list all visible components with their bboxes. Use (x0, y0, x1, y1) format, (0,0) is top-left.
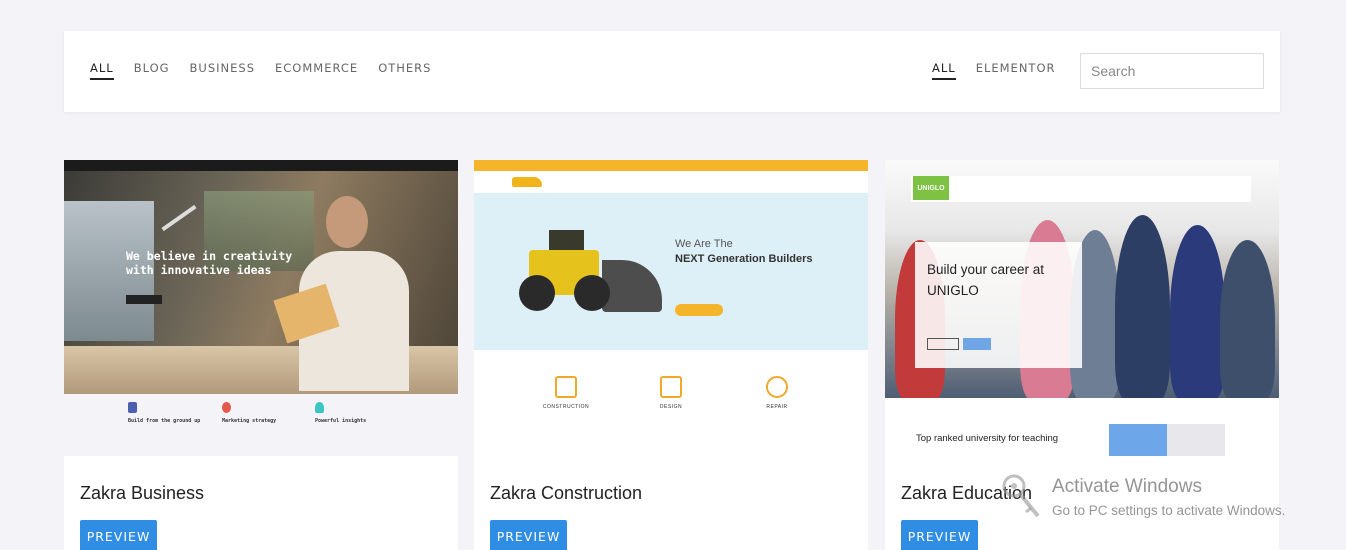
filter-all[interactable]: ALL (90, 61, 114, 80)
thumb-headline-line-2: with innovative ideas (126, 263, 272, 277)
thumb-feature-tile-blue (1109, 424, 1167, 456)
thumb-features: Build from the ground up Marketing strat… (64, 394, 458, 456)
thumb-topbar (474, 160, 868, 171)
thumb-logo (512, 177, 542, 187)
service-label: REPAIR (766, 404, 788, 410)
demo-card-business: We believe in creativity with innovative… (64, 160, 458, 550)
service-label: DESIGN (659, 404, 683, 410)
building-icon (128, 402, 137, 413)
service-construction: CONSTRUCTION (526, 376, 606, 410)
thumb-headline: We believe in creativity with innovative… (126, 249, 306, 277)
service-design: DESIGN (631, 376, 711, 410)
thumb-hero-image (64, 171, 458, 394)
filter-others[interactable]: OTHERS (378, 61, 431, 80)
thumb-logo: UNIGLO (913, 176, 949, 200)
thumb-quote-button (675, 304, 723, 316)
demo-card-construction: We Are The NEXT Generation Builders CONS… (474, 160, 868, 550)
thumb-headline-line-1: We believe in creativity (126, 249, 293, 263)
building-icon (555, 376, 577, 398)
map-icon (660, 376, 682, 398)
thumb-hero-title: Build your career at UNIGLO (927, 259, 1087, 301)
preview-button[interactable]: PREVIEW (901, 520, 978, 550)
construction-thumbnail[interactable]: We Are The NEXT Generation Builders CONS… (474, 160, 868, 456)
card-title: Zakra Construction (490, 483, 643, 503)
builder-filter-all[interactable]: ALL (932, 61, 956, 80)
lightbulb-icon (315, 402, 324, 413)
thumb-feature-tile-grey (1167, 424, 1225, 456)
thumb-button (126, 295, 162, 304)
education-thumbnail[interactable]: UNIGLO Build your career at UNIGLO Top r… (885, 160, 1279, 456)
feature-label: Build from the ground up (128, 418, 201, 424)
service-label: CONSTRUCTION (542, 404, 590, 410)
category-filters: ALL BLOG BUSINESS ECOMMERCE OTHERS (90, 61, 451, 80)
thumb-navbar (911, 176, 1251, 202)
activate-windows-watermark: Activate Windows Go to PC settings to ac… (1052, 476, 1285, 518)
thumb-hero-title-line-1: Build your career at (927, 262, 1045, 277)
filter-ecommerce[interactable]: ECOMMERCE (275, 61, 358, 80)
thumb-heading-2: NEXT Generation Builders (675, 253, 813, 265)
feature-label: Powerful insights (315, 418, 367, 424)
preview-button[interactable]: PREVIEW (490, 520, 567, 550)
builder-filter-elementor[interactable]: ELEMENTOR (976, 61, 1056, 80)
preview-button[interactable]: PREVIEW (80, 520, 157, 550)
key-icon (1002, 474, 1040, 518)
filter-business[interactable]: BUSINESS (190, 61, 255, 80)
business-thumbnail[interactable]: We believe in creativity with innovative… (64, 160, 458, 456)
filter-blog[interactable]: BLOG (134, 61, 170, 80)
pie-chart-icon (222, 402, 231, 413)
activate-windows-title: Activate Windows (1052, 476, 1202, 497)
thumb-explore-button (927, 338, 959, 350)
search-input[interactable] (1080, 53, 1264, 89)
thumb-enroll-button (963, 338, 991, 350)
service-repair: REPAIR (737, 376, 817, 410)
thumb-topbar (64, 160, 458, 171)
thumb-tagline: Top ranked university for teaching (916, 433, 1059, 444)
thumb-hero-title-line-2: UNIGLO (927, 283, 979, 298)
builder-filters: ALL ELEMENTOR (932, 61, 1075, 80)
card-title: Zakra Business (80, 483, 205, 503)
thumb-heading-1: We Are The (675, 238, 733, 250)
filter-bar: ALL BLOG BUSINESS ECOMMERCE OTHERS ALL E… (64, 31, 1280, 112)
feature-label: Marketing strategy (222, 418, 277, 424)
activate-windows-subtitle: Go to PC settings to activate Windows. (1052, 503, 1286, 518)
gears-icon (766, 376, 788, 398)
